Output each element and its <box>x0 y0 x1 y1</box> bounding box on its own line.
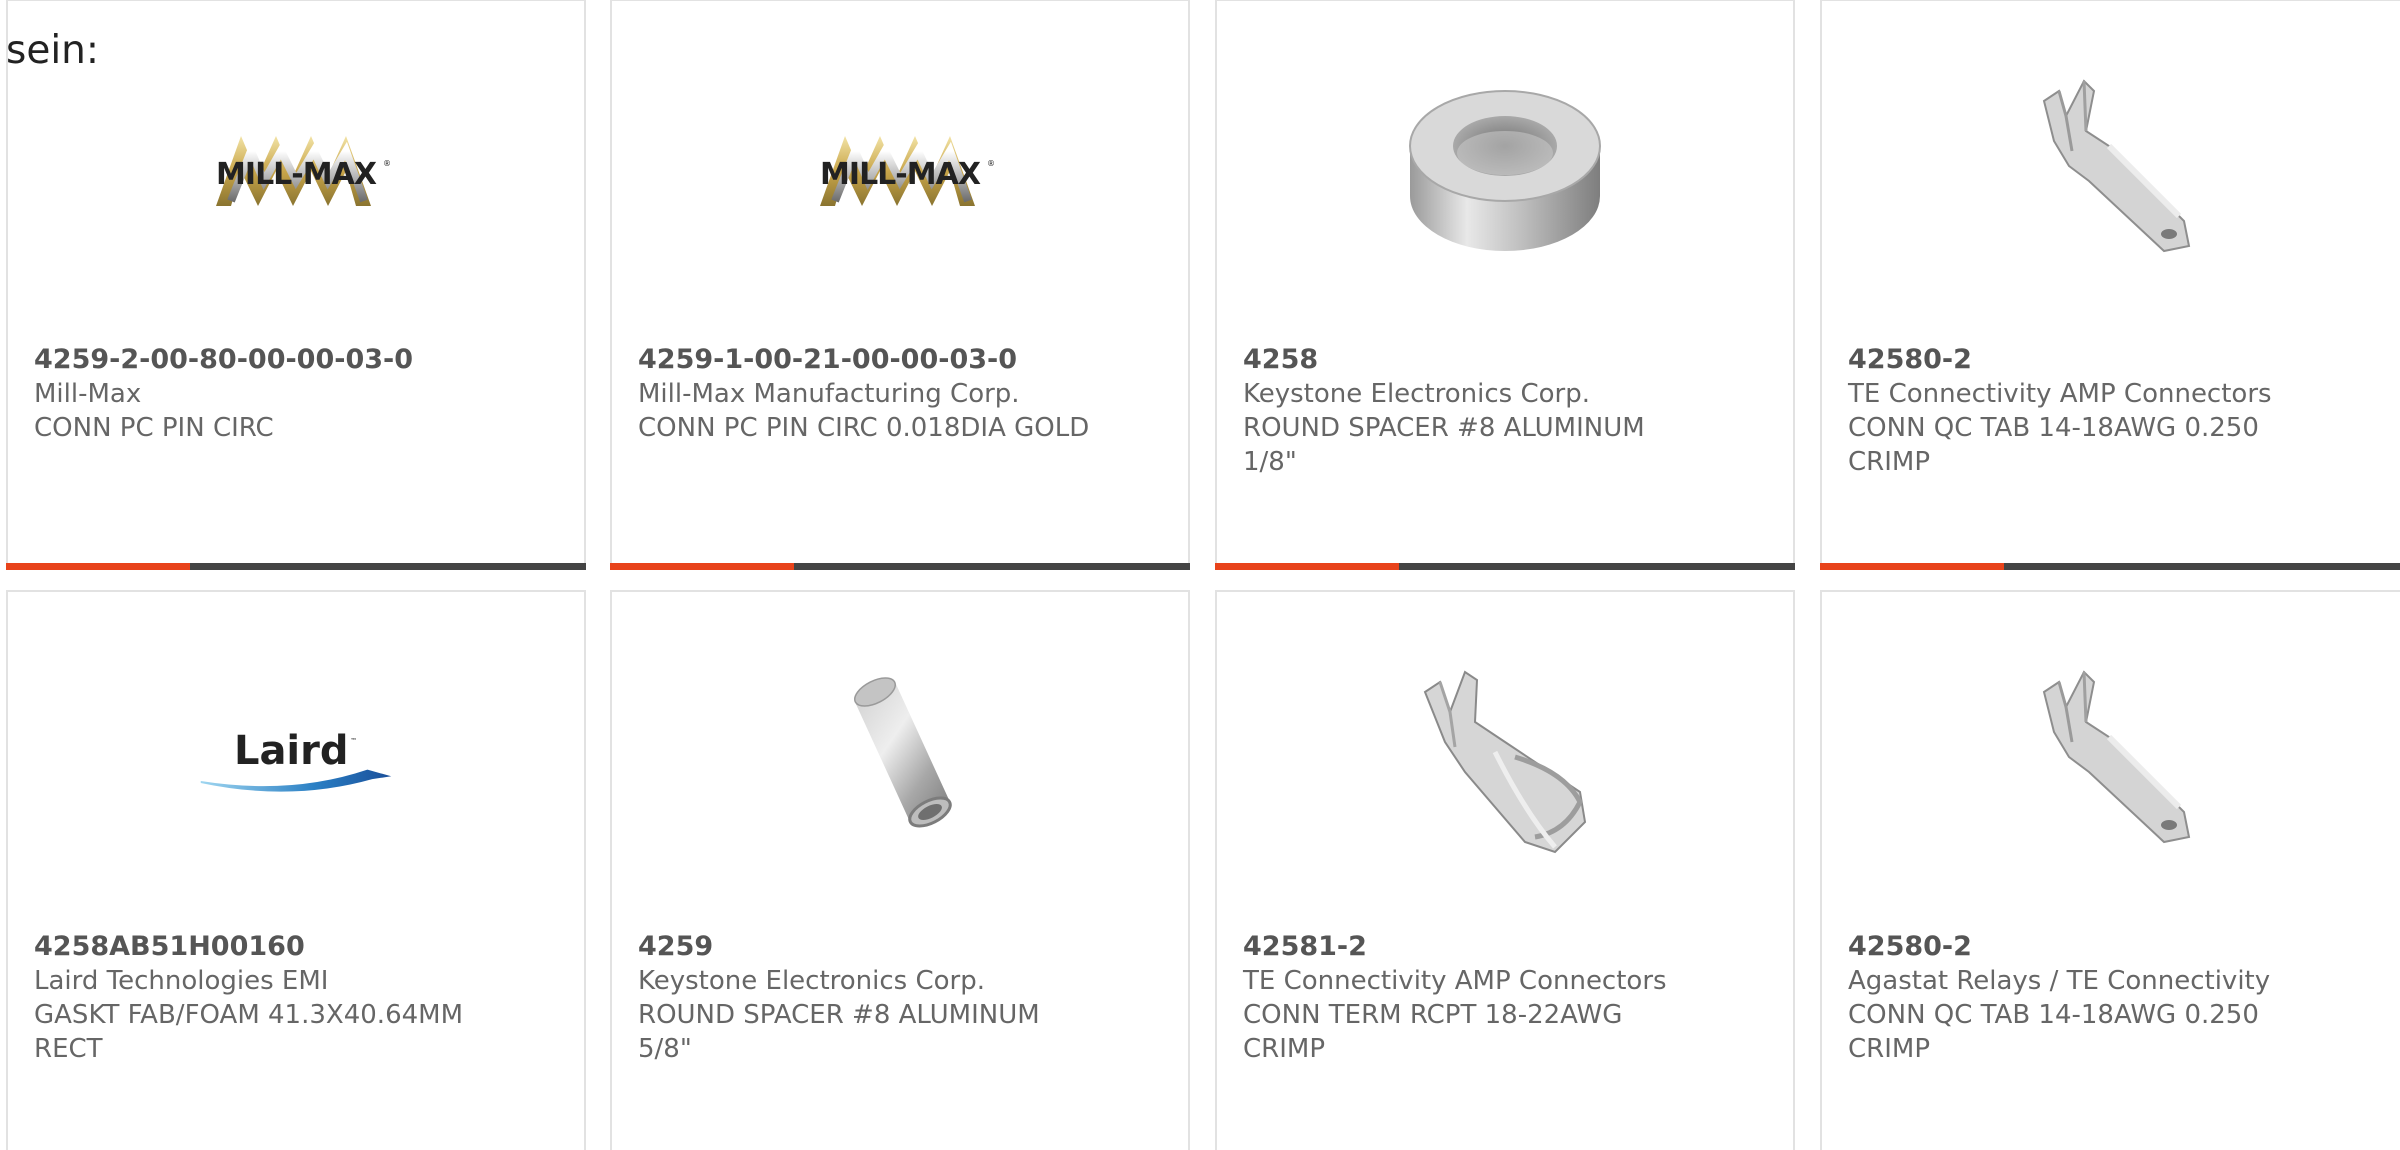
description: GASKT FAB/FOAM 41.3X40.64MM RECT <box>34 1000 464 1064</box>
card-bar-accent <box>1820 563 2004 570</box>
round-spacer-icon <box>800 662 1000 862</box>
svg-text:MILL-MAX: MILL-MAX <box>216 157 377 192</box>
qc-tab-terminal-icon <box>2014 662 2214 862</box>
section-heading: sein: <box>6 28 100 73</box>
svg-text:®: ® <box>383 159 391 168</box>
product-card[interactable]: 42581-2 TE Connectivity AMP Connectors C… <box>1215 590 1795 1150</box>
card-bar-accent <box>1215 563 1399 570</box>
product-card[interactable]: MILL-MAX ® 4259-1-00-21-00-00-03-0 Mill-… <box>610 0 1190 570</box>
description: CONN QC TAB 14-18AWG 0.250 CRIMP <box>1848 413 2259 477</box>
manufacturer: TE Connectivity AMP Connectors <box>1848 379 2272 409</box>
product-card[interactable]: MILL-MAX ® 4259-2-00-80-00-00-03-0 Mill-… <box>6 0 586 570</box>
svg-text:MILL-MAX: MILL-MAX <box>820 157 981 192</box>
part-number[interactable]: 42581-2 <box>1243 930 1773 964</box>
part-number[interactable]: 4259-2-00-80-00-00-03-0 <box>34 343 564 377</box>
description: ROUND SPACER #8 ALUMINUM 5/8" <box>638 1000 1040 1064</box>
product-card[interactable]: 42580-2 TE Connectivity AMP Connectors C… <box>1820 0 2400 570</box>
manufacturer: Keystone Electronics Corp. <box>1243 379 1591 409</box>
part-number[interactable]: 4259 <box>638 930 1168 964</box>
svg-text:Laird: Laird <box>234 728 349 774</box>
card-bar <box>1215 563 1795 570</box>
product-card[interactable]: Laird ™ 4258AB51H00160 Laird Technologie… <box>6 590 586 1150</box>
card-bar <box>1820 563 2400 570</box>
manufacturer: Mill-Max Manufacturing Corp. <box>638 379 1020 409</box>
part-number[interactable]: 42580-2 <box>1848 930 2386 964</box>
mill-max-logo-icon: MILL-MAX ® <box>800 71 1000 271</box>
product-card[interactable]: 42580-2 Agastat Relays / TE Connectivity… <box>1820 590 2400 1150</box>
part-number[interactable]: 4259-1-00-21-00-00-03-0 <box>638 343 1168 377</box>
part-number[interactable]: 42580-2 <box>1848 343 2386 377</box>
manufacturer: Laird Technologies EMI <box>34 966 329 996</box>
description: ROUND SPACER #8 ALUMINUM 1/8" <box>1243 413 1645 477</box>
qc-tab-terminal-icon <box>2014 71 2214 271</box>
manufacturer: Keystone Electronics Corp. <box>638 966 986 996</box>
round-spacer-icon <box>1405 71 1605 271</box>
card-bar <box>610 563 1190 570</box>
product-grid: MILL-MAX ® 4259-2-00-80-00-00-03-0 Mill-… <box>6 0 2400 1150</box>
svg-text:™: ™ <box>350 737 357 745</box>
card-bar-accent <box>6 563 190 570</box>
description: CONN PC PIN CIRC 0.018DIA GOLD <box>638 413 1090 443</box>
svg-text:®: ® <box>987 159 995 168</box>
manufacturer: Mill-Max <box>34 379 142 409</box>
part-number[interactable]: 4258AB51H00160 <box>34 930 564 964</box>
description: CONN TERM RCPT 18-22AWG CRIMP <box>1243 1000 1623 1064</box>
part-number[interactable]: 4258 <box>1243 343 1773 377</box>
card-bar-accent <box>610 563 794 570</box>
mill-max-logo-icon: MILL-MAX ® <box>196 71 396 271</box>
manufacturer: TE Connectivity AMP Connectors <box>1243 966 1667 996</box>
laird-logo-icon: Laird ™ <box>196 662 396 862</box>
product-card[interactable]: 4258 Keystone Electronics Corp. ROUND SP… <box>1215 0 1795 570</box>
card-bar <box>6 563 586 570</box>
description: CONN PC PIN CIRC <box>34 413 274 443</box>
receptacle-terminal-icon <box>1405 662 1605 862</box>
description: CONN QC TAB 14-18AWG 0.250 CRIMP <box>1848 1000 2259 1064</box>
product-card[interactable]: 4259 Keystone Electronics Corp. ROUND SP… <box>610 590 1190 1150</box>
manufacturer: Agastat Relays / TE Connectivity <box>1848 966 2271 996</box>
